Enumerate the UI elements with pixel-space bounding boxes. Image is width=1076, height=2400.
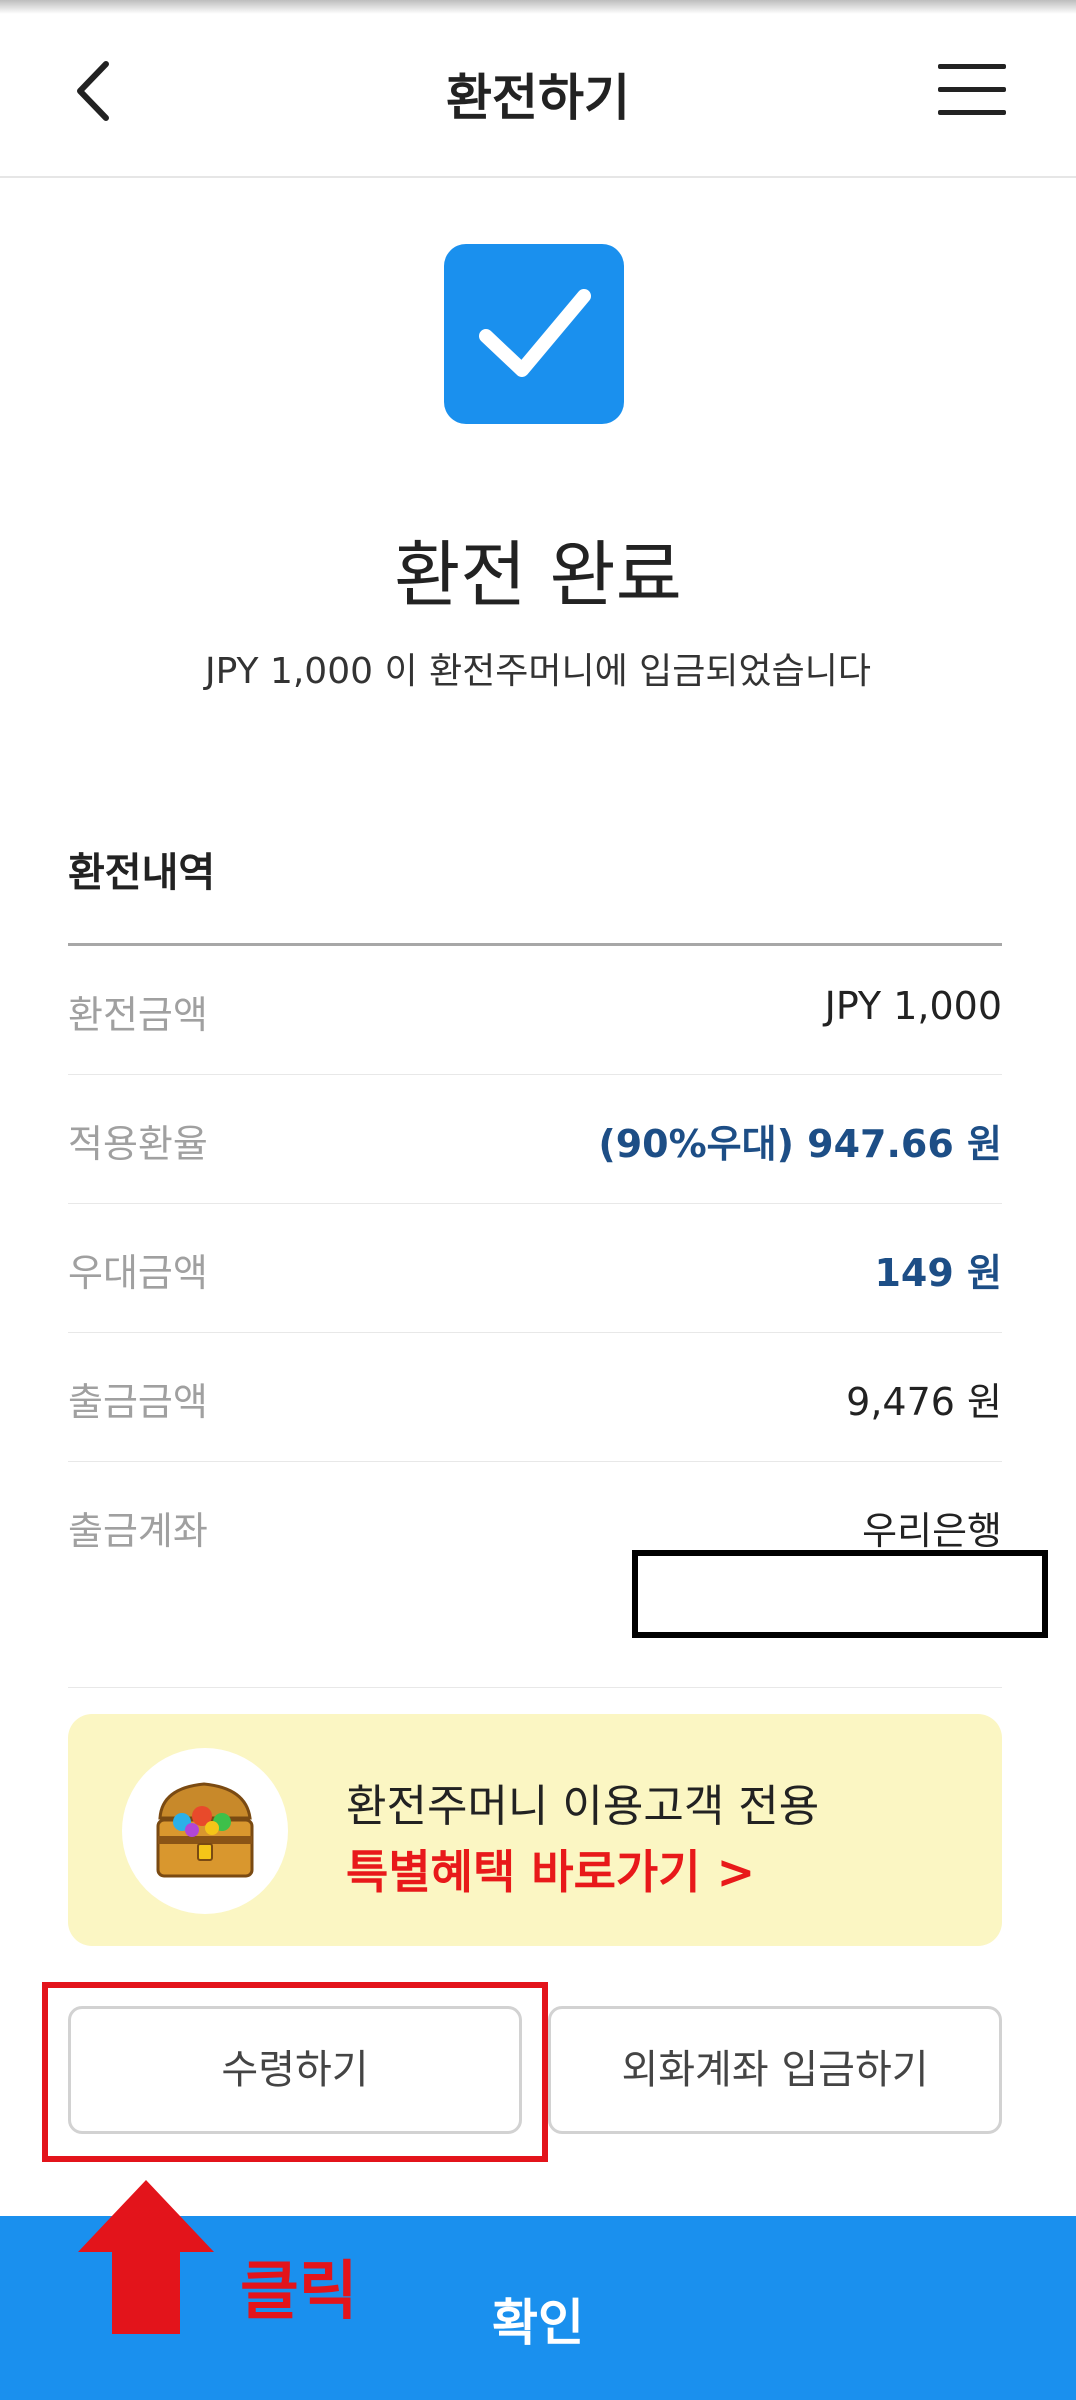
foreign-account-deposit-button[interactable]: 외화계좌 입금하기	[548, 2006, 1002, 2134]
row-value: JPY 1,000	[824, 984, 1002, 1028]
redacted-account-box	[632, 1550, 1048, 1638]
history-row-discount: 우대금액 149 원	[68, 1204, 1002, 1333]
row-value: 우리은행	[862, 1509, 1002, 1553]
special-benefit-banner[interactable]: 환전주머니 이용고객 전용 특별혜택 바로가기 >	[68, 1714, 1002, 1946]
completion-message: JPY 1,000 이 환전주머니에 입금되었습니다	[204, 651, 872, 692]
completion-title: 환전 완료	[394, 533, 682, 617]
red-up-arrow-icon	[76, 2180, 216, 2334]
history-title: 환전내역	[68, 850, 216, 896]
treasure-chest-icon	[122, 1748, 288, 1914]
history-row-amount: 환전금액 JPY 1,000	[68, 946, 1002, 1075]
hamburger-menu-icon-line	[938, 110, 1006, 115]
exchange-complete-screen: 환전하기 환전 완료 JPY 1,000 이 환전주머니에 입금되었습니다 환전…	[0, 0, 1076, 2400]
page-title: 환전하기	[446, 69, 630, 127]
checkmark-icon	[444, 244, 624, 424]
row-label: 출금계좌	[68, 1509, 208, 1553]
row-label: 우대금액	[68, 1251, 208, 1295]
history-row-withdrawal: 출금금액 9,476 원	[68, 1333, 1002, 1462]
menu-button[interactable]	[938, 64, 1006, 116]
row-value: 149 원	[874, 1251, 1002, 1295]
row-value: (90%우대) 947.66 원	[598, 1122, 1002, 1166]
row-label: 적용환율	[68, 1122, 208, 1166]
click-annotation: 클릭	[240, 2255, 358, 2329]
app-header: 환전하기	[0, 0, 1076, 178]
row-value: 9,476 원	[846, 1380, 1002, 1424]
row-label: 환전금액	[68, 993, 208, 1037]
highlight-frame	[42, 1982, 548, 2162]
hamburger-menu-icon	[938, 64, 1006, 69]
banner-text: 환전주머니 이용고객 전용	[346, 1781, 820, 1832]
benefit-link[interactable]: 특별혜택 바로가기 >	[346, 1836, 755, 1902]
status-shadow	[0, 0, 1076, 14]
row-label: 출금금액	[68, 1380, 208, 1424]
history-row-rate: 적용환율 (90%우대) 947.66 원	[68, 1075, 1002, 1204]
hamburger-menu-icon-line	[938, 87, 1006, 92]
